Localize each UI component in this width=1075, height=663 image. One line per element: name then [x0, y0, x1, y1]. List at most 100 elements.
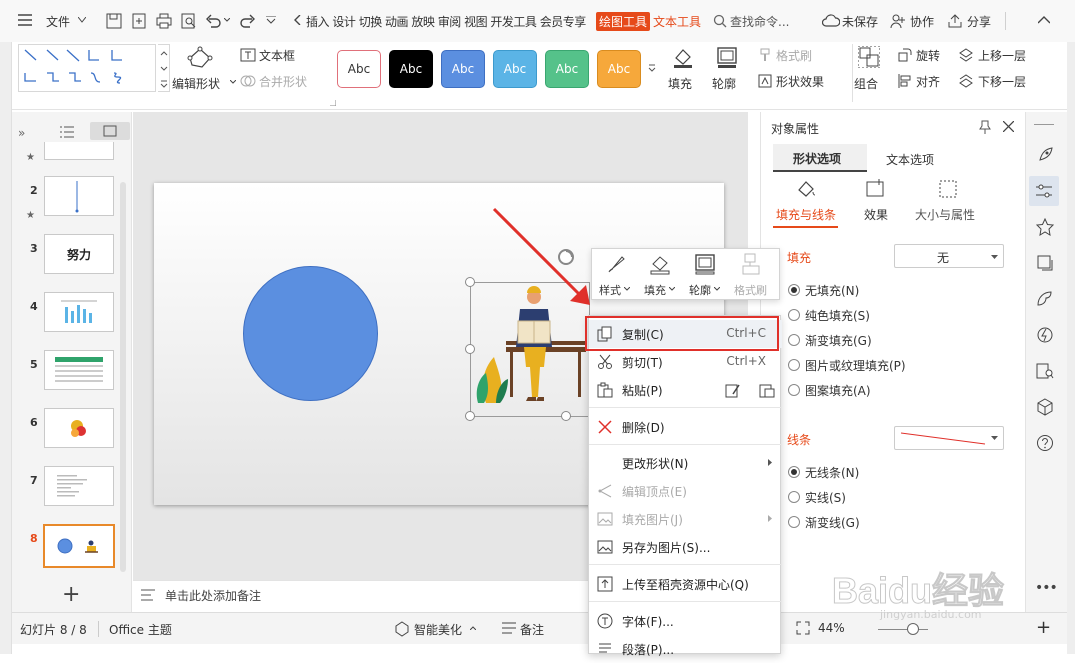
tab-design[interactable]: 设计	[332, 15, 356, 29]
transition-icon[interactable]	[1036, 254, 1054, 272]
chevron-down-icon[interactable]	[669, 287, 675, 291]
file-menu[interactable]: 文件	[46, 13, 70, 30]
pane-title[interactable]: 对象属性	[771, 120, 819, 137]
undo-icon[interactable]	[205, 13, 221, 29]
rotate-button[interactable]: 旋转	[916, 47, 940, 64]
properties-toggle-button[interactable]	[1029, 176, 1059, 206]
group-button[interactable]: 组合	[854, 75, 878, 92]
menu-item-font[interactable]: 字体(F)...	[589, 607, 782, 635]
tab-insert[interactable]: 插入	[306, 15, 330, 29]
textbox-button[interactable]: 文本框	[259, 47, 295, 64]
mini-fill-button[interactable]: 填充	[644, 282, 666, 298]
fill-button[interactable]: 填充	[668, 75, 692, 92]
zoom-in-icon[interactable]: +	[1036, 617, 1051, 638]
search-command-input[interactable]: 查找命令...	[730, 13, 789, 30]
menu-item-cut[interactable]: 剪切(T) Ctrl+X	[589, 348, 782, 376]
tab-text-options[interactable]: 文本选项	[886, 151, 934, 168]
hamburger-icon[interactable]	[18, 14, 32, 26]
tab-scroll-left-icon[interactable]	[294, 15, 302, 25]
no-line-label[interactable]: 无线条(N)	[805, 464, 859, 481]
zoom-slider[interactable]	[878, 629, 928, 630]
tab-text-tools[interactable]: 文本工具	[653, 13, 701, 30]
box-3d-icon[interactable]	[1036, 398, 1054, 416]
style-sample-lightblue[interactable]: Abc	[493, 50, 537, 88]
tab-developer[interactable]: 开发工具	[490, 15, 537, 29]
mini-outline-button[interactable]: 轮廓	[689, 282, 711, 298]
style-sample-orange[interactable]: Abc	[597, 50, 641, 88]
slide-thumbnail-3[interactable]: 努力	[44, 234, 114, 274]
chevron-down-icon[interactable]	[78, 17, 86, 23]
rocket-icon[interactable]	[1036, 146, 1054, 164]
solid-fill-label[interactable]: 纯色填充(S)	[805, 307, 870, 324]
group-launcher-icon[interactable]	[330, 100, 336, 106]
chevron-down-icon[interactable]	[714, 287, 720, 291]
tab-review[interactable]: 审阅	[438, 15, 462, 29]
slide-thumbnail-1[interactable]	[44, 142, 114, 160]
unsaved-status[interactable]: 未保存	[842, 13, 878, 30]
menu-item-change-shape[interactable]: 更改形状(N)	[589, 449, 782, 477]
slide-thumbnail-5[interactable]	[44, 350, 114, 390]
pin-icon[interactable]	[979, 120, 991, 134]
style-gallery-more-icon[interactable]	[648, 64, 656, 74]
more-icon[interactable]: •••	[1035, 580, 1058, 596]
tab-transition[interactable]: 切换	[359, 15, 383, 29]
no-fill-label[interactable]: 无填充(N)	[805, 282, 859, 299]
notes-placeholder[interactable]: 单击此处添加备注	[165, 587, 261, 604]
send-backward-button[interactable]: 下移一层	[978, 73, 1026, 90]
style-sample-white[interactable]: Abc	[337, 50, 381, 88]
slide-thumbnail-2[interactable]	[44, 176, 114, 216]
save-icon[interactable]	[106, 13, 122, 29]
customize-toolbar-icon[interactable]	[266, 16, 276, 24]
blue-circle-shape[interactable]	[243, 266, 378, 401]
shape-effects-button[interactable]: 形状效果	[776, 73, 824, 90]
animation-icon[interactable]	[1036, 326, 1054, 344]
resize-handle[interactable]	[465, 344, 475, 354]
style-sample-black[interactable]: Abc	[389, 50, 433, 88]
redo-icon[interactable]	[240, 13, 256, 29]
solid-line-label[interactable]: 实线(S)	[805, 489, 846, 506]
collapse-pane-icon[interactable]: »	[18, 126, 25, 140]
style-sample-blue[interactable]: Abc	[441, 50, 485, 88]
radio-solid-line[interactable]	[788, 491, 800, 503]
close-icon[interactable]	[1003, 121, 1014, 132]
outline-view-icon[interactable]	[60, 126, 74, 138]
tab-slideshow[interactable]: 放映	[411, 15, 435, 29]
undo-dropdown-icon[interactable]	[224, 18, 230, 22]
tab-animation[interactable]: 动画	[385, 15, 409, 29]
chevron-down-icon[interactable]	[230, 80, 236, 84]
menu-item-save-as-picture[interactable]: 另存为图片(S)...	[589, 533, 782, 561]
resize-handle[interactable]	[465, 411, 475, 421]
slide-thumbnail-7[interactable]	[44, 466, 114, 506]
slide-thumbnail-6[interactable]	[44, 408, 114, 448]
export-pdf-icon[interactable]	[131, 13, 147, 29]
menu-item-delete[interactable]: 删除(D)	[589, 413, 782, 441]
radio-picture-fill[interactable]	[788, 359, 800, 371]
subtab-fill-line[interactable]: 填充与线条	[776, 206, 836, 223]
beautify-button[interactable]: 智能美化	[414, 621, 462, 638]
chevron-down-icon[interactable]	[624, 287, 630, 291]
menu-item-upload[interactable]: 上传至稻壳资源中心(Q)	[589, 570, 782, 598]
tab-shape-options[interactable]: 形状选项	[773, 144, 867, 172]
radio-solid-fill[interactable]	[788, 309, 800, 321]
menu-item-paste[interactable]: 粘贴(P)	[589, 376, 782, 404]
collab-button[interactable]: 协作	[910, 13, 934, 30]
resize-handle[interactable]	[561, 411, 571, 421]
collapse-ribbon-icon[interactable]	[1038, 16, 1050, 24]
chevron-up-icon[interactable]	[470, 626, 476, 630]
line-section-heading[interactable]: 线条	[787, 431, 811, 448]
style-sample-green[interactable]: Abc	[545, 50, 589, 88]
subtab-size-properties[interactable]: 大小与属性	[915, 206, 975, 223]
slide-view-button[interactable]	[90, 122, 130, 140]
star-shape-icon[interactable]	[1036, 218, 1054, 236]
gradient-fill-label[interactable]: 渐变填充(G)	[805, 332, 872, 349]
fill-section-heading[interactable]: 填充	[787, 249, 811, 266]
gallery-scroll[interactable]	[158, 44, 170, 92]
radio-no-line[interactable]	[788, 466, 800, 478]
zoom-level[interactable]: 44%	[818, 621, 845, 635]
menu-item-paragraph[interactable]: 段落(P)...	[589, 635, 782, 663]
notes-toggle-button[interactable]: 备注	[520, 621, 544, 638]
help-icon[interactable]	[1036, 434, 1054, 452]
fit-window-icon[interactable]	[796, 621, 810, 635]
slide-thumbnail-4[interactable]	[44, 292, 114, 332]
tab-view[interactable]: 视图	[464, 15, 488, 29]
